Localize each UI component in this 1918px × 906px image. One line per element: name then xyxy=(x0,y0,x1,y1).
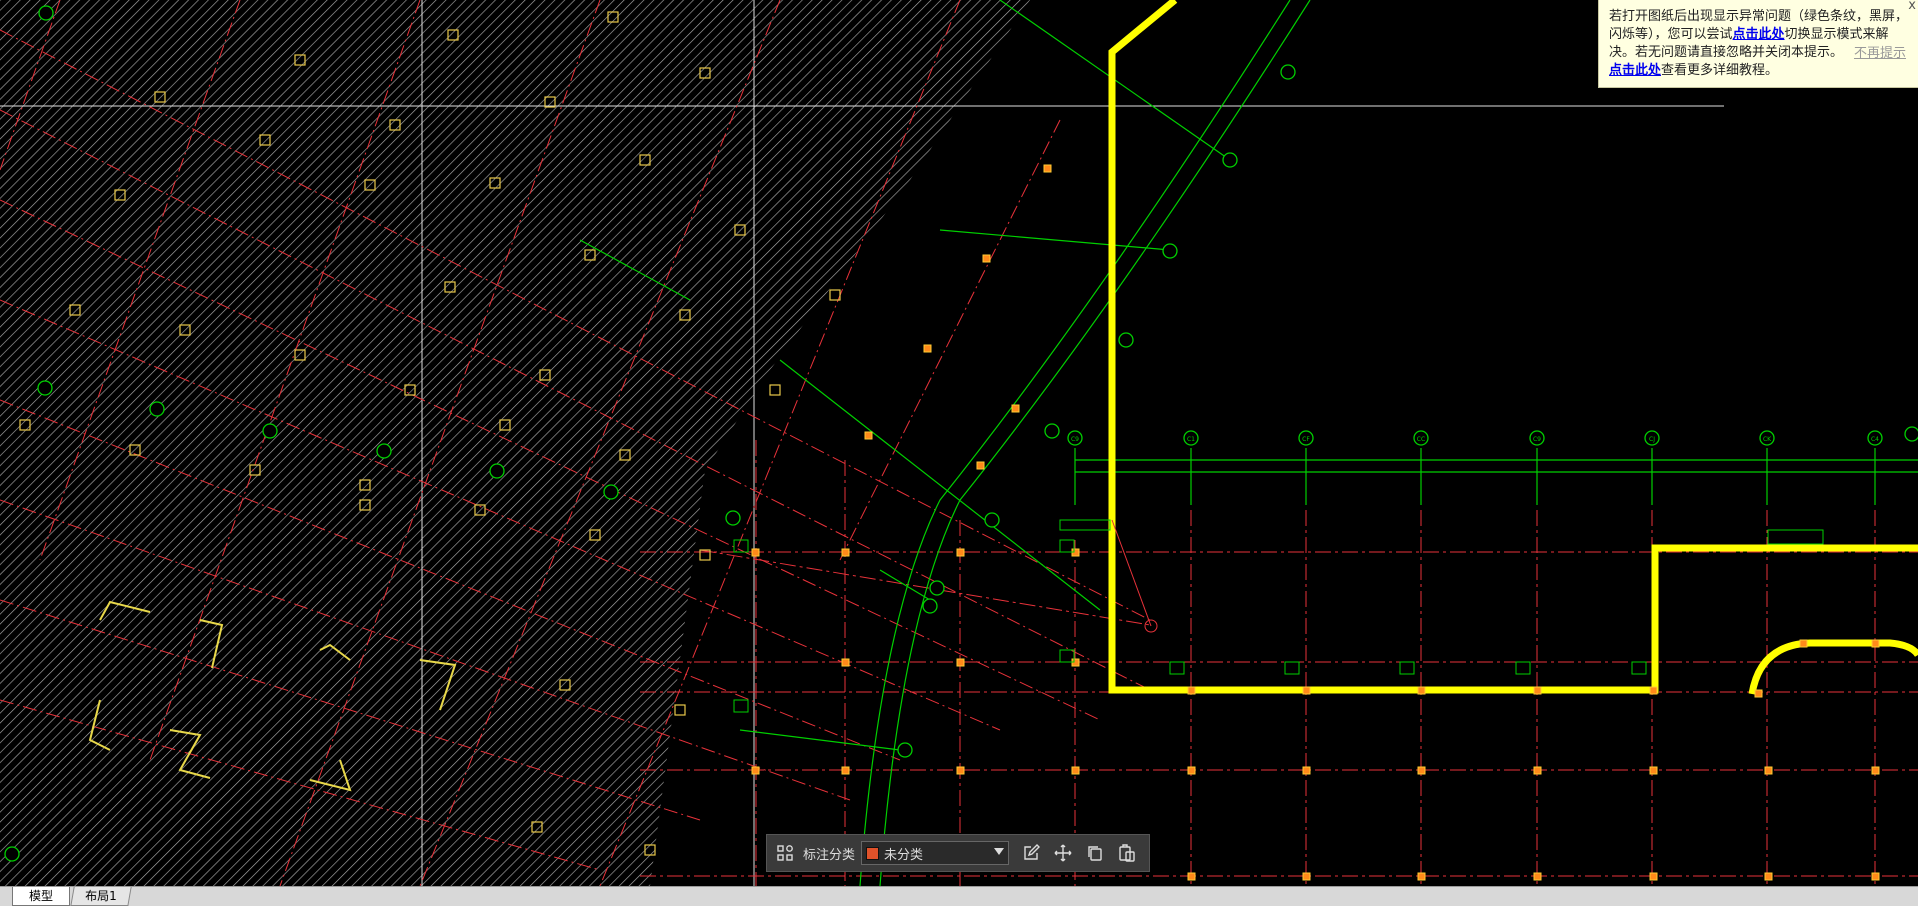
tab-layout1-label: 布局1 xyxy=(85,889,117,903)
tutorial-link[interactable]: 点击此处 xyxy=(1609,63,1661,78)
tab-model[interactable]: 模型 xyxy=(12,887,70,906)
display-issue-notice: 若打开图纸后出现显示异常问题（绿色条纹，黑屏，闪烁等），您可以尝试点击此处切换显… xyxy=(1598,0,1918,88)
edit-icon[interactable] xyxy=(1019,841,1043,865)
axis-bubble-label: C1 xyxy=(1187,436,1195,443)
category-dropdown-value: 未分类 xyxy=(884,847,924,863)
move-icon[interactable] xyxy=(1051,841,1075,865)
axis-bubble-label: C4 xyxy=(1871,436,1879,443)
annotation-toolbar: 标注分类 未分类 xyxy=(766,834,1150,872)
hatched-region xyxy=(0,0,1030,886)
notice-text-3: 查看更多详细教程。 xyxy=(1661,63,1779,78)
annotation-category-label: 标注分类 xyxy=(803,847,856,863)
category-color-swatch xyxy=(866,846,880,860)
wall-outlines xyxy=(1108,0,1918,695)
copy-icon[interactable] xyxy=(1083,841,1107,865)
paste-icon[interactable] xyxy=(1115,841,1139,865)
layout-tab-bar: 模型 布局1 xyxy=(0,886,1918,906)
tab-layout1[interactable]: 布局1 xyxy=(70,887,132,906)
category-dropdown[interactable]: 未分类 xyxy=(861,841,1010,865)
axis-bubble-label: CC xyxy=(1417,436,1425,443)
close-icon[interactable]: x xyxy=(1908,0,1916,15)
axis-bubble-label: CF xyxy=(1302,436,1310,443)
axis-lines-orthogonal xyxy=(640,440,1918,886)
axis-bubble-label: C9 xyxy=(1071,436,1079,443)
axis-bubble-label: CK xyxy=(1763,436,1772,443)
chevron-down-icon xyxy=(994,848,1005,855)
axis-bubble-label: CJ xyxy=(1649,436,1655,443)
dont-show-again-link[interactable]: 不再提示 xyxy=(1854,45,1906,63)
grid-apps-icon[interactable] xyxy=(773,841,797,865)
axis-bubble-label: C9 xyxy=(1533,436,1541,443)
cad-drawing-canvas[interactable]: C9 C1 CF CC C9 CJ CK C4 xyxy=(0,0,1918,886)
switch-display-mode-link[interactable]: 点击此处 xyxy=(1733,27,1785,42)
column-markers xyxy=(751,164,1880,881)
